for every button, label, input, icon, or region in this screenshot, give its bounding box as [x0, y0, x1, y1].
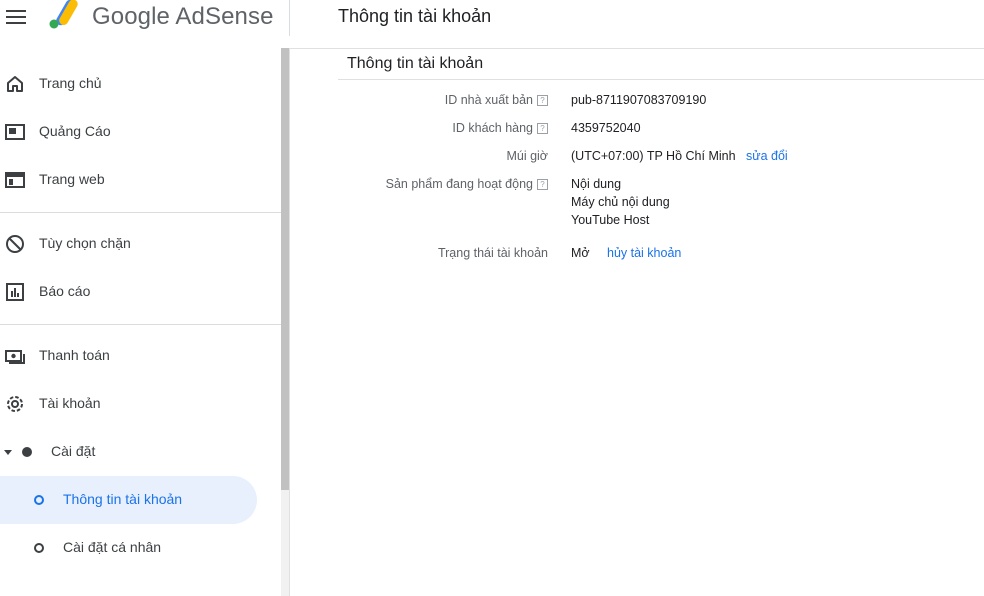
sidebar-border: [289, 48, 290, 596]
home-icon: [7, 76, 23, 92]
active-product-item: Nội dung: [571, 177, 622, 191]
sidebar-divider: [0, 212, 281, 213]
ring-dot-icon: [34, 543, 44, 553]
ring-dot-icon: [34, 495, 44, 505]
active-product-item: YouTube Host: [571, 213, 650, 227]
section-title: Thông tin tài khoản: [347, 55, 484, 72]
sidebar-item-label: Báo cáo: [39, 283, 91, 299]
sidebar: Trang chủ Quảng Cáo Trang web Tùy chọn c…: [0, 48, 281, 596]
timezone-label: Múi giờ: [506, 149, 548, 163]
sidebar-item-label: Quảng Cáo: [39, 123, 111, 139]
customer-id-value: 4359752040: [571, 121, 641, 135]
sidebar-subitem-label: Thông tin tài khoản: [63, 491, 183, 507]
sidebar-subitem-account-info[interactable]: Thông tin tài khoản: [0, 476, 257, 524]
ads-icon: [5, 124, 25, 140]
sidebar-item-blocking[interactable]: Tùy chọn chặn: [0, 220, 281, 268]
sidebar-item-label: Thanh toán: [39, 347, 110, 363]
publisher-id-label: ID nhà xuất bản?: [445, 93, 548, 107]
sidebar-item-home[interactable]: Trang chủ: [0, 60, 281, 108]
help-icon[interactable]: ?: [537, 95, 548, 106]
sidebar-subitem-personal-settings[interactable]: Cài đặt cá nhân: [0, 524, 257, 572]
adsense-logo-icon: [49, 0, 78, 29]
brand-name: Google AdSense: [92, 3, 274, 30]
sidebar-item-sites[interactable]: Trang web: [0, 156, 281, 204]
sidebar-subitem-label: Cài đặt cá nhân: [63, 539, 162, 555]
top-bar: Google AdSense Thông tin tài khoản: [0, 0, 984, 49]
report-icon: [6, 283, 24, 301]
sidebar-item-label: Tùy chọn chặn: [39, 235, 131, 251]
sidebar-item-label: Trang web: [39, 171, 105, 187]
sidebar-item-payments[interactable]: Thanh toán: [0, 332, 281, 380]
sidebar-item-settings[interactable]: Cài đặt: [0, 428, 281, 476]
sidebar-item-ads[interactable]: Quảng Cáo: [0, 108, 281, 156]
sidebar-item-label: Cài đặt: [51, 443, 96, 459]
header-divider: [289, 0, 290, 36]
help-icon[interactable]: ?: [537, 179, 548, 190]
page-title: Thông tin tài khoản: [338, 6, 492, 26]
filled-dot-icon: [22, 447, 32, 457]
sidebar-item-label: Tài khoản: [39, 395, 101, 411]
payment-icon: [5, 350, 25, 364]
web-icon: [5, 172, 25, 188]
account-status-label: Trạng thái tài khoản: [437, 246, 548, 260]
block-icon: [6, 235, 24, 253]
active-products-label: Sản phẩm đang hoạt động?: [386, 177, 548, 191]
account-status-value: Mở hủy tài khoản: [571, 246, 682, 260]
sidebar-divider: [0, 324, 281, 325]
sidebar-item-account[interactable]: Tài khoản: [0, 380, 281, 428]
customer-id-label: ID khách hàng?: [452, 121, 548, 135]
sidebar-item-label: Trang chủ: [39, 75, 102, 91]
timezone-value: (UTC+07:00) TP Hồ Chí Minh sửa đổi: [571, 149, 788, 163]
scrollbar-thumb[interactable]: [281, 48, 289, 490]
hamburger-menu-icon[interactable]: [6, 6, 26, 28]
help-icon[interactable]: ?: [537, 123, 548, 134]
sidebar-scrollbar[interactable]: [281, 48, 289, 596]
gear-icon: [7, 396, 23, 412]
publisher-id-value: pub-8711907083709190: [571, 93, 707, 107]
sidebar-item-reports[interactable]: Báo cáo: [0, 268, 281, 316]
edit-timezone-link[interactable]: sửa đổi: [746, 149, 788, 163]
close-account-link[interactable]: hủy tài khoản: [607, 246, 681, 260]
active-product-item: Máy chủ nội dung: [571, 195, 670, 209]
section-divider: [338, 79, 984, 80]
caret-down-icon[interactable]: [4, 450, 12, 455]
